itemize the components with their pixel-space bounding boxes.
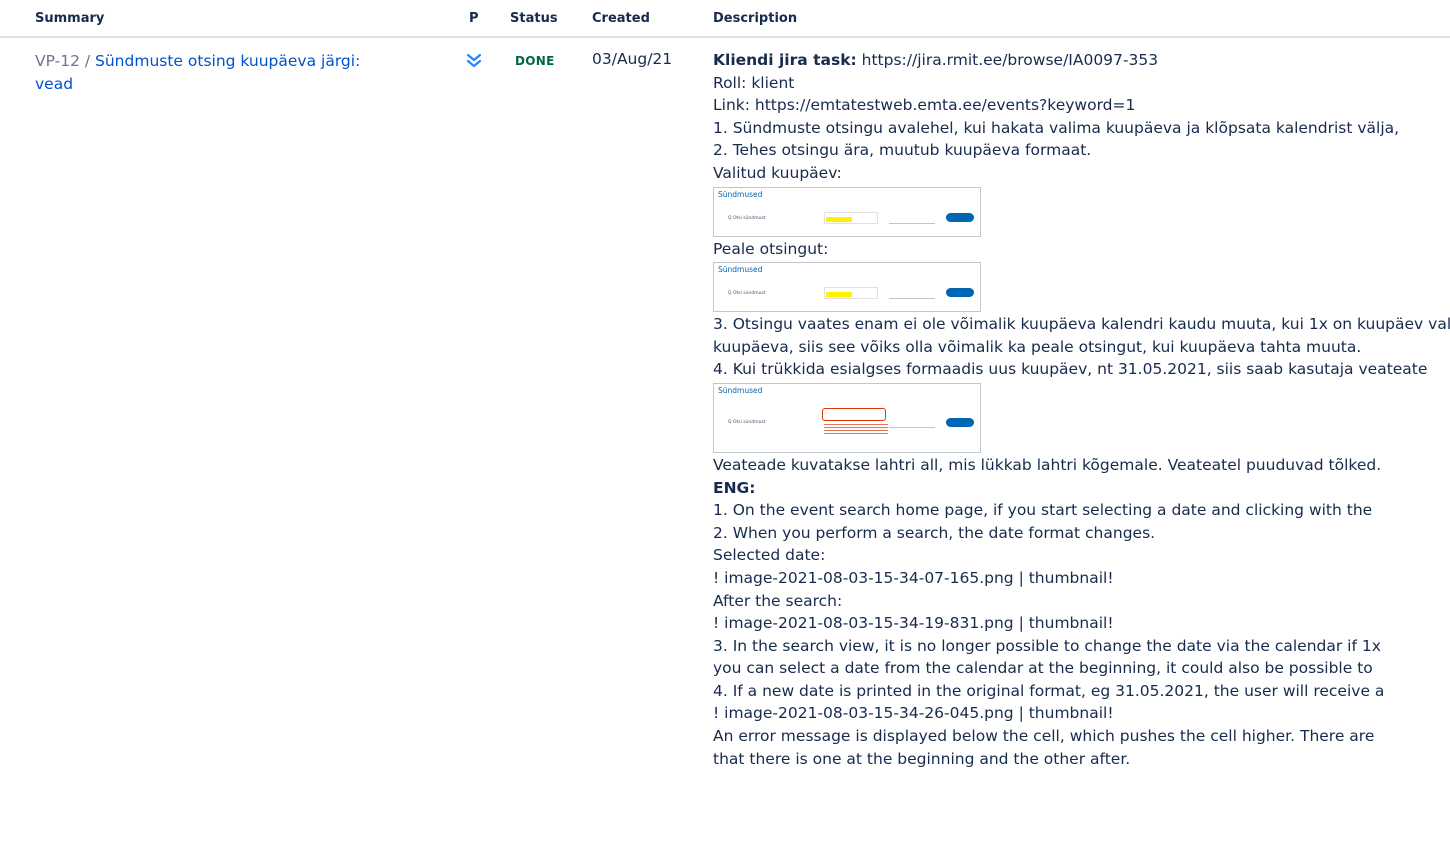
eng-line-2: 2. When you perform a search, the date f… bbox=[713, 523, 1156, 542]
description-cell: Kliendi jira task: https://jira.rmit.ee/… bbox=[713, 49, 1450, 858]
thumbnail-error-text bbox=[824, 423, 888, 436]
thumbnail-title: Sündmused bbox=[718, 265, 763, 275]
eng-line-final: that there is one at the beginning and t… bbox=[713, 749, 1131, 768]
column-header-status[interactable]: Status bbox=[510, 11, 558, 26]
desc-line-valitud: Valitud kuupäev: bbox=[713, 163, 842, 182]
thumbnail-error-state[interactable]: Sündmused Q Otsi sündmust bbox=[713, 382, 981, 453]
eng-label: ENG: bbox=[713, 478, 756, 497]
column-header-created[interactable]: Created bbox=[592, 11, 650, 26]
eng-line-3a: 3. In the search view, it is no longer p… bbox=[713, 636, 1381, 655]
thumbnail-selected-date[interactable]: Sündmused Q Otsi sündmust bbox=[713, 186, 981, 237]
eng-line-1: 1. On the event search home page, if you… bbox=[713, 501, 1373, 520]
thumbnail-search-button bbox=[946, 417, 974, 427]
desc-line-veateade: Veateade kuvatakse lahtri all, mis lükka… bbox=[713, 455, 1382, 474]
desc-line-link: Link: https://emtatestweb.emta.ee/events… bbox=[713, 96, 1136, 115]
issue-summary-link-cont[interactable]: vead bbox=[35, 75, 73, 93]
thumbnail-select bbox=[889, 287, 935, 300]
table-header: Summary P Status Created Description bbox=[0, 0, 1450, 38]
desc-line-peale: Peale otsingut: bbox=[713, 239, 829, 258]
desc-line-1: 1. Sündmuste otsingu avalehel, kui hakat… bbox=[713, 118, 1400, 137]
thumbnail-error-field bbox=[822, 407, 886, 421]
eng-line-error: An error message is displayed below the … bbox=[713, 727, 1375, 746]
thumbnail-search-label: Q Otsi sündmust bbox=[728, 291, 766, 297]
eng-line-after: After the search: bbox=[713, 591, 843, 610]
eng-line-img2: ! image-2021-08-03-15-34-19-831.png | th… bbox=[713, 614, 1114, 633]
eng-line-4: 4. If a new date is printed in the origi… bbox=[713, 681, 1385, 700]
thumbnail-search-label: Q Otsi sündmust bbox=[728, 419, 766, 425]
thumbnail-search-button bbox=[946, 288, 974, 298]
column-header-summary[interactable]: Summary bbox=[35, 11, 104, 26]
eng-line-img1: ! image-2021-08-03-15-34-07-165.png | th… bbox=[713, 568, 1114, 587]
eng-line-selected: Selected date: bbox=[713, 546, 826, 565]
desc-line-roll: Roll: klient bbox=[713, 73, 795, 92]
thumbnail-select bbox=[889, 212, 935, 224]
issue-key[interactable]: VP-12 / bbox=[35, 52, 90, 70]
created-date: 03/Aug/21 bbox=[592, 50, 673, 68]
status-badge: DONE bbox=[515, 54, 555, 68]
issue-summary-link[interactable]: Sündmuste otsing kuupäeva järgi: bbox=[95, 52, 360, 70]
eng-line-img3: ! image-2021-08-03-15-34-26-045.png | th… bbox=[713, 704, 1114, 723]
thumbnail-title: Sündmused bbox=[718, 189, 763, 199]
thumbnail-select bbox=[889, 416, 935, 428]
desc-line-3b: kuupäeva, siis see võiks olla võimalik k… bbox=[713, 337, 1362, 356]
desc-line-3a: 3. Otsingu vaates enam ei ole võimalik k… bbox=[713, 315, 1450, 334]
desc-line-2: 2. Tehes otsingu ära, muutub kuupäeva fo… bbox=[713, 141, 1092, 160]
thumbnail-search-label: Q Otsi sündmust bbox=[728, 215, 766, 221]
chevron-double-down-icon bbox=[466, 53, 482, 68]
jira-task-label: Kliendi jira task: bbox=[713, 51, 857, 69]
thumbnail-search-button bbox=[946, 212, 974, 222]
column-header-description[interactable]: Description bbox=[713, 11, 797, 26]
jira-task-line: Kliendi jira task: https://jira.rmit.ee/… bbox=[713, 49, 1450, 72]
column-header-priority[interactable]: P bbox=[469, 11, 479, 26]
thumbnail-after-search[interactable]: Sündmused Q Otsi sündmust bbox=[713, 262, 981, 313]
thumbnail-title: Sündmused bbox=[718, 385, 763, 395]
eng-line-3b: you can select a date from the calendar … bbox=[713, 659, 1373, 678]
summary-cell: VP-12 / Sündmuste otsing kuupäeva järgi:… bbox=[35, 50, 430, 96]
thumbnail-date-highlight bbox=[826, 216, 852, 222]
thumbnail-date-highlight bbox=[826, 292, 852, 298]
desc-line-4: 4. Kui trükkida esialgses formaadis uus … bbox=[713, 360, 1428, 379]
jira-task-url: https://jira.rmit.ee/browse/IA0097-353 bbox=[856, 51, 1159, 69]
